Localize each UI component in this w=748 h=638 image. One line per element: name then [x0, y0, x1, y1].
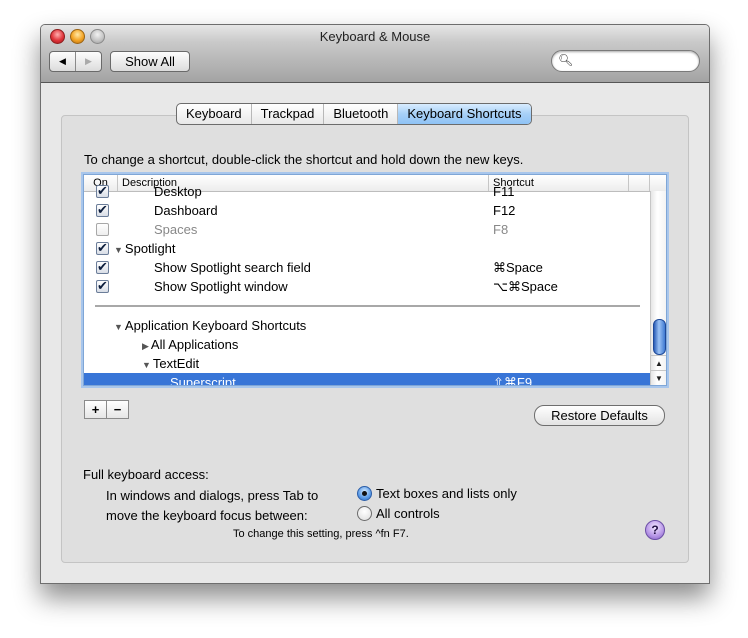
radio-selected-icon[interactable] [357, 486, 372, 501]
back-forward-control: ◀ ▶ [49, 51, 102, 72]
search-field[interactable]: 🔍︎ [551, 50, 700, 72]
table-row[interactable]: ▼Spotlight [84, 238, 650, 260]
row-description-text: Spotlight [124, 241, 176, 256]
section-separator [95, 305, 640, 307]
row-description: ▶ All Applications [142, 335, 238, 356]
search-input[interactable] [572, 52, 696, 70]
checkbox-checked[interactable] [96, 200, 109, 219]
row-description: ▼ TextEdit [142, 354, 199, 375]
table-row[interactable]: Show Spotlight search field ⌘Space [84, 257, 650, 277]
disclosure-expanded-icon[interactable]: ▼ [114, 245, 123, 255]
tab-bluetooth[interactable]: Bluetooth [324, 104, 399, 124]
row-description-text: Application Keyboard Shortcuts [124, 318, 307, 333]
radio-unselected-icon[interactable] [357, 506, 372, 521]
table-row[interactable]: Superscript ⇧⌘F9 [84, 373, 650, 386]
table-row[interactable]: Desktop F11 [84, 181, 650, 201]
table-row[interactable]: ▼ Application Keyboard Shortcuts [84, 316, 650, 335]
table-row[interactable]: ▼ TextEdit [84, 354, 650, 373]
toolbar: Keyboard & Mouse ◀ ▶ Show All 🔍︎ [41, 25, 709, 83]
scrollbar-thumb[interactable] [653, 319, 666, 355]
full-keyboard-access-label: Full keyboard access: [83, 467, 209, 482]
keyboard-access-note: To change this setting, press ^fn F7. [233, 528, 409, 540]
add-remove-control: + − [84, 400, 129, 419]
restore-defaults-button[interactable]: Restore Defaults [534, 405, 665, 426]
radio-all-controls[interactable]: All controls [357, 506, 440, 521]
forward-button[interactable]: ▶ [75, 52, 101, 71]
add-shortcut-button[interactable]: + [85, 401, 106, 418]
radio-label: All controls [376, 506, 440, 521]
disclosure-collapsed-icon[interactable]: ▶ [142, 341, 149, 351]
row-shortcut[interactable]: ⇧⌘F9 [493, 373, 532, 385]
checkbox-unchecked[interactable] [96, 223, 109, 236]
radio-text-boxes-and-lists[interactable]: Text boxes and lists only [357, 486, 517, 501]
row-shortcut[interactable]: F11 [493, 182, 514, 201]
row-description: Superscript [170, 373, 236, 386]
disclosure-expanded-icon[interactable]: ▼ [142, 360, 151, 370]
row-shortcut[interactable]: F12 [493, 201, 515, 220]
row-description-text: All Applications [150, 337, 239, 352]
row-description-text: Desktop [154, 184, 202, 199]
row-description: Desktop [154, 182, 202, 201]
table-row[interactable]: Spaces F8 [84, 220, 650, 239]
row-shortcut[interactable]: F8 [493, 220, 508, 239]
table-row[interactable]: Dashboard F12 [84, 200, 650, 220]
row-description-text: Dashboard [154, 203, 218, 218]
full-keyboard-access-description: In windows and dialogs, press Tab to mov… [106, 486, 318, 526]
back-button[interactable]: ◀ [50, 52, 75, 71]
row-description: Dashboard [154, 201, 218, 220]
help-button[interactable]: ? [645, 520, 665, 540]
row-shortcut[interactable]: ⌘Space [493, 258, 543, 277]
row-description-text: Show Spotlight window [154, 279, 288, 294]
tab-keyboard[interactable]: Keyboard [177, 104, 252, 124]
checkbox-checked[interactable] [96, 181, 109, 200]
scroll-down-arrow-icon[interactable]: ▼ [651, 370, 666, 385]
vertical-scrollbar[interactable]: ▲ ▼ [650, 191, 666, 385]
magnifier-icon: 🔍︎ [558, 53, 574, 67]
row-description-text: Show Spotlight search field [154, 260, 311, 275]
row-description-text: Superscript [170, 375, 236, 386]
instructions-text: To change a shortcut, double-click the s… [84, 152, 524, 167]
table-row[interactable]: ▶ All Applications [84, 335, 650, 354]
checkbox-checked[interactable] [96, 257, 109, 276]
row-description: Show Spotlight search field [154, 258, 311, 277]
tab-bar: Keyboard Trackpad Bluetooth Keyboard Sho… [176, 103, 532, 125]
row-description: Spaces [154, 220, 197, 239]
scroll-up-arrow-icon[interactable]: ▲ [651, 355, 666, 371]
row-description: ▼ Spotlight [114, 239, 176, 260]
disclosure-expanded-icon[interactable]: ▼ [114, 322, 123, 332]
row-description: ▼ Application Keyboard Shortcuts [114, 316, 306, 337]
show-all-button[interactable]: Show All [110, 51, 190, 72]
shortcuts-table[interactable]: On Description Shortcut DesktopF11Dashbo… [83, 174, 667, 386]
tab-trackpad[interactable]: Trackpad [252, 104, 325, 124]
checkbox-checked[interactable] [96, 238, 109, 257]
checkbox-checked[interactable] [96, 276, 109, 295]
table-row[interactable]: Show Spotlight window ⌥⌘Space [84, 276, 650, 296]
row-description: Show Spotlight window [154, 277, 288, 296]
tab-keyboard-shortcuts[interactable]: Keyboard Shortcuts [398, 104, 531, 124]
row-description-text: Spaces [154, 222, 198, 237]
description-line-1: In windows and dialogs, press Tab to [106, 488, 319, 503]
remove-shortcut-button[interactable]: − [106, 401, 128, 418]
row-shortcut[interactable]: ⌥⌘Space [493, 277, 558, 296]
radio-label: Text boxes and lists only [376, 486, 517, 501]
window-title: Keyboard & Mouse [319, 29, 431, 44]
row-description-text: TextEdit [152, 356, 200, 371]
description-line-2: move the keyboard focus between: [106, 508, 308, 523]
preferences-window: Keyboard & Mouse ◀ ▶ Show All 🔍︎ Keyboar… [40, 24, 710, 584]
